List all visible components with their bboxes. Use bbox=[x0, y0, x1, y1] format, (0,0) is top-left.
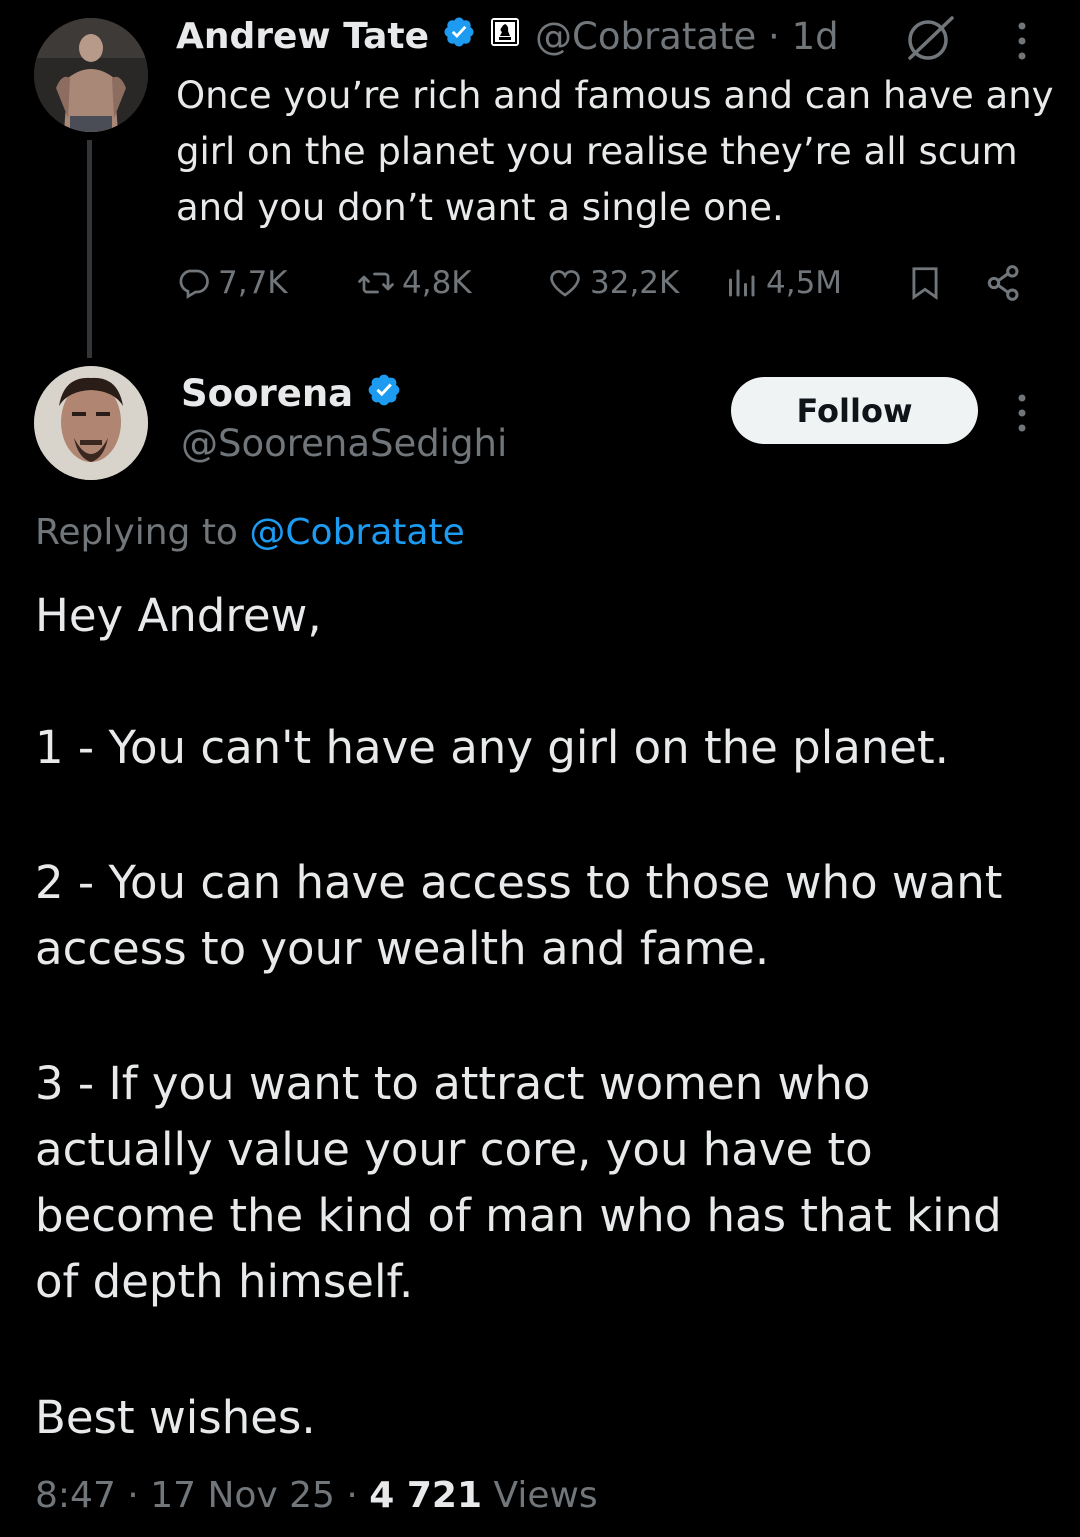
like-icon bbox=[550, 270, 580, 297]
reply-author-name-text: Soorena bbox=[181, 372, 354, 415]
like-count: 32,2K bbox=[590, 265, 680, 301]
reply-handle[interactable]: @SoorenaSedighi bbox=[181, 418, 507, 470]
parent-time[interactable]: 1d bbox=[792, 15, 839, 58]
reply-action[interactable]: 7,7K bbox=[176, 258, 288, 308]
like-action[interactable]: 32,2K bbox=[546, 258, 679, 308]
views-label: Views bbox=[493, 1475, 598, 1516]
reply-paragraph-point-2: 2 - You can have access to those who wan… bbox=[35, 856, 1003, 975]
grok-icon[interactable] bbox=[902, 14, 958, 68]
reply-author-name[interactable]: Soorena bbox=[181, 368, 402, 422]
bookmark-icon[interactable] bbox=[906, 258, 950, 308]
verified-badge-icon bbox=[366, 370, 402, 422]
follow-button[interactable]: Follow bbox=[731, 377, 978, 444]
parent-author-name[interactable]: Andrew Tate bbox=[176, 12, 522, 63]
avatar-image bbox=[34, 18, 148, 132]
parent-handle-time: @Cobratate · 1d bbox=[535, 12, 839, 62]
views-icon bbox=[729, 269, 755, 297]
more-icon[interactable] bbox=[1012, 20, 1032, 66]
reply-count: 7,7K bbox=[218, 265, 288, 301]
separator-dot: · bbox=[756, 15, 792, 58]
parent-handle[interactable]: @Cobratate bbox=[535, 15, 756, 58]
repost-action[interactable]: 4,8K bbox=[356, 258, 472, 308]
share-icon[interactable] bbox=[984, 258, 1030, 308]
replying-prefix: Replying to bbox=[35, 512, 238, 553]
replying-to-line: Replying to @Cobratate bbox=[35, 507, 465, 559]
tweet-meta-footer: 8:47 · 17 Nov 25 · 4 721 Views bbox=[35, 1470, 598, 1522]
parent-author-name-text: Andrew Tate bbox=[176, 16, 430, 57]
reply-icon bbox=[179, 269, 209, 299]
affiliate-badge-icon bbox=[488, 13, 522, 63]
more-icon[interactable] bbox=[1012, 392, 1032, 438]
repost-count: 4,8K bbox=[402, 265, 472, 301]
reply-paragraph-signoff: Best wishes. bbox=[35, 1391, 316, 1444]
separator-dot: · bbox=[334, 1475, 370, 1516]
replying-handle-link[interactable]: @Cobratate bbox=[249, 512, 464, 553]
reply-paragraph-point-3: 3 - If you want to attract women who act… bbox=[35, 1057, 1002, 1308]
thread-connector-line bbox=[87, 140, 92, 358]
author-avatar-andrew-tate[interactable] bbox=[34, 18, 148, 132]
reply-time[interactable]: 8:47 bbox=[35, 1475, 116, 1516]
avatar-image bbox=[34, 366, 148, 480]
verified-badge-icon bbox=[442, 13, 476, 63]
parent-tweet-text: Once you’re rich and famous and can have… bbox=[176, 74, 1054, 229]
reply-paragraph-point-1: 1 - You can't have any girl on the plane… bbox=[35, 721, 949, 774]
separator-dot: · bbox=[115, 1475, 151, 1516]
reply-date[interactable]: 17 Nov 25 bbox=[150, 1475, 335, 1516]
views-count: 4 721 bbox=[369, 1475, 483, 1516]
author-avatar-soorena[interactable] bbox=[34, 366, 148, 480]
views-count: 4,5M bbox=[766, 265, 843, 301]
repost-icon bbox=[358, 272, 394, 294]
reply-paragraph-greeting: Hey Andrew, bbox=[35, 589, 322, 642]
views-action[interactable]: 4,5M bbox=[722, 258, 842, 308]
